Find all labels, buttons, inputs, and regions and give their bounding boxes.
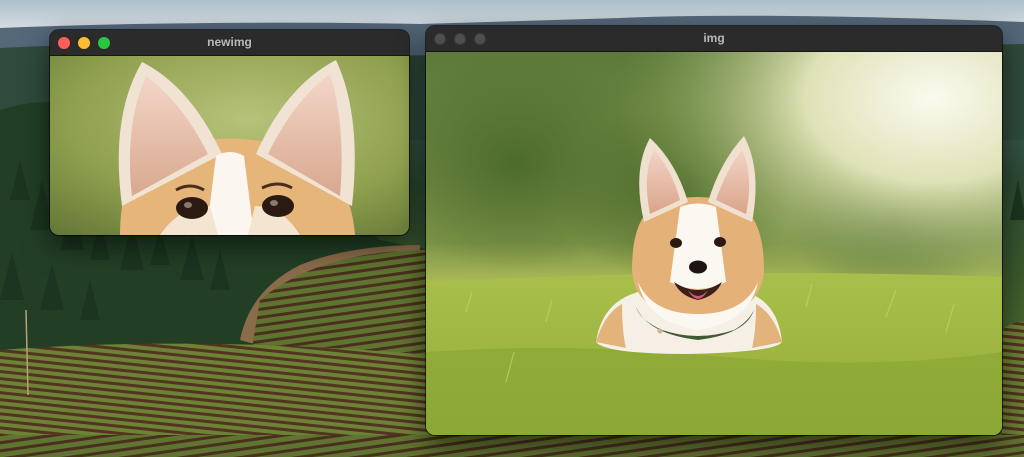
cropped-corgi-image — [50, 56, 409, 235]
window-newimg[interactable]: newimg — [50, 30, 409, 235]
corgi-in-grass-image — [426, 52, 1002, 435]
window-img[interactable]: img — [426, 26, 1002, 435]
titlebar[interactable]: img — [426, 26, 1002, 52]
window-title: newimg — [207, 35, 252, 49]
window-title: img — [703, 31, 725, 45]
titlebar[interactable]: newimg — [50, 30, 409, 56]
